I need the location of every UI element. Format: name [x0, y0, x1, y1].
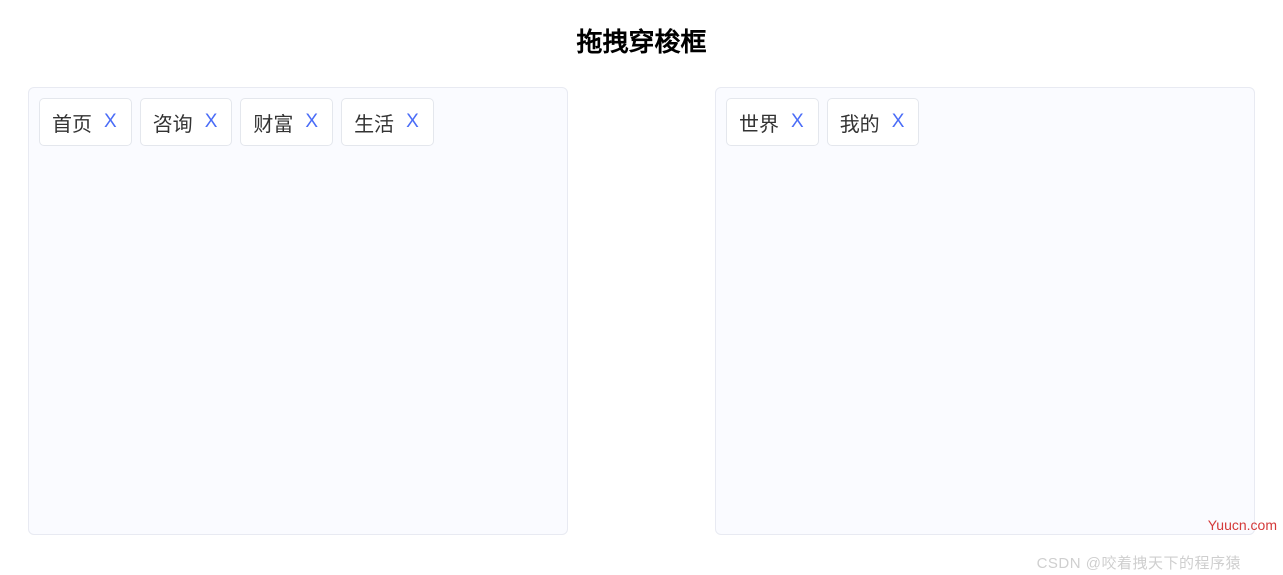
tag-item[interactable]: 咨询 X: [140, 98, 233, 146]
transfer-container: 首页 X 咨询 X 财富 X 生活 X 世界 X 我的 X: [0, 87, 1283, 535]
close-icon[interactable]: X: [102, 111, 119, 133]
tag-label: 咨询: [153, 108, 193, 137]
tag-item[interactable]: 我的 X: [827, 98, 920, 146]
tag-item[interactable]: 财富 X: [240, 98, 333, 146]
tag-label: 首页: [52, 108, 92, 137]
page-title: 拖拽穿梭框: [0, 0, 1283, 87]
tag-label: 我的: [840, 108, 880, 137]
tag-label: 财富: [253, 108, 293, 137]
right-panel[interactable]: 世界 X 我的 X: [715, 87, 1255, 535]
close-icon[interactable]: X: [404, 111, 421, 133]
left-panel[interactable]: 首页 X 咨询 X 财富 X 生活 X: [28, 87, 568, 535]
tag-label: 世界: [739, 108, 779, 137]
close-icon[interactable]: X: [789, 111, 806, 133]
watermark-site: Yuucn.com: [1208, 517, 1277, 533]
close-icon[interactable]: X: [303, 111, 320, 133]
close-icon[interactable]: X: [890, 111, 907, 133]
close-icon[interactable]: X: [203, 111, 220, 133]
tag-item[interactable]: 世界 X: [726, 98, 819, 146]
watermark-author: CSDN @咬着拽天下的程序猿: [1037, 552, 1241, 573]
tag-item[interactable]: 首页 X: [39, 98, 132, 146]
tag-label: 生活: [354, 108, 394, 137]
tag-item[interactable]: 生活 X: [341, 98, 434, 146]
